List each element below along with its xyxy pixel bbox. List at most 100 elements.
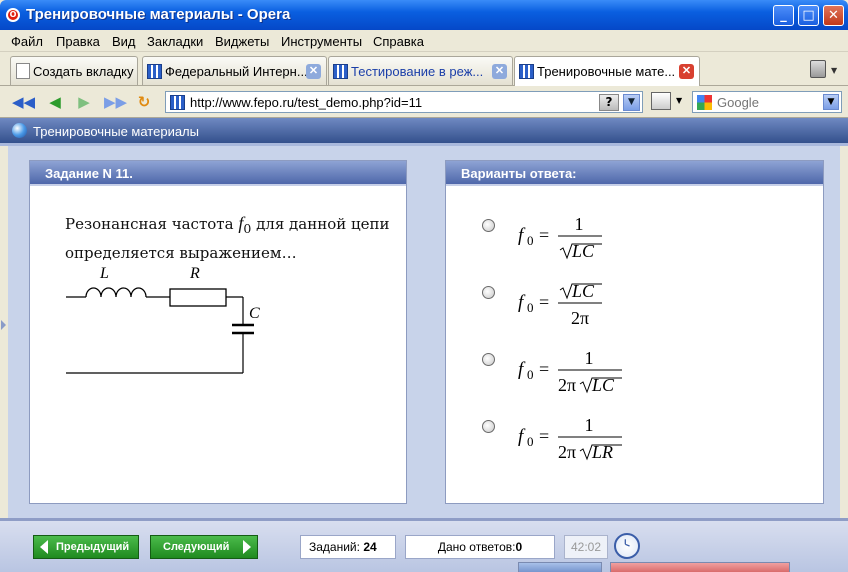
tab-bar: Создать вкладку Федеральный Интерн... ✕ … [0, 52, 848, 86]
address-dropdown-icon[interactable]: ▼ [623, 94, 640, 111]
menu-file[interactable]: Файл [11, 34, 43, 49]
rewind-icon[interactable]: ◀◀ [12, 93, 35, 111]
arrow-left-icon [40, 540, 48, 554]
globe-icon [12, 123, 27, 138]
fast-forward-icon[interactable]: ▶▶ [104, 93, 127, 111]
search-box[interactable]: ▼ [692, 91, 842, 113]
formula-lhs: f [518, 359, 526, 380]
label-L: L [99, 265, 109, 282]
formula-den-coef: 2π [558, 442, 576, 462]
answer-formula: f 0 = 1 2π LC [518, 348, 622, 395]
answer-radio[interactable] [482, 420, 495, 433]
tab-label: Тренировочные мате... [537, 64, 676, 79]
tab-testing[interactable]: Тестирование в реж... ✕ [328, 56, 513, 85]
formula-lhs: f [518, 292, 526, 313]
formula-den-coef: 2π [571, 308, 589, 328]
back-icon[interactable]: ◀ [45, 93, 65, 111]
menu-view[interactable]: Вид [112, 34, 136, 49]
menu-tools[interactable]: Инструменты [281, 34, 362, 49]
menu-bookmarks[interactable]: Закладки [147, 34, 203, 49]
window-titlebar[interactable]: O Тренировочные материалы - Opera _ □ ✕ [0, 0, 848, 30]
prev-button[interactable]: Предыдущий [33, 535, 139, 559]
answers-label: Дано ответов: [437, 540, 516, 554]
site-icon [333, 64, 348, 79]
wand-dropdown-icon[interactable]: ▼ [676, 96, 682, 105]
formula-lhs-sub: 0 [527, 434, 534, 449]
window-title: Тренировочные материалы - Opera [26, 6, 291, 23]
forward-icon[interactable]: ▶ [74, 93, 94, 111]
formula-eq: = [539, 359, 549, 379]
formula-lhs-sub: 0 [527, 300, 534, 315]
trash-icon[interactable] [810, 60, 826, 78]
task-var-sub: 0 [243, 221, 252, 236]
formula-eq: = [539, 292, 549, 312]
search-dropdown-icon[interactable]: ▼ [823, 94, 839, 110]
menu-bar: Файл Правка Вид Закладки Виджеты Инструм… [0, 30, 848, 52]
prev-label: Предыдущий [56, 541, 130, 553]
wand-icon[interactable] [651, 92, 671, 110]
opera-logo-icon: O [6, 8, 20, 22]
reload-icon[interactable]: ↻ [134, 93, 154, 111]
address-field[interactable]: http://www.fepo.ru/test_demo.php?id=11 ?… [165, 91, 643, 113]
tab-training[interactable]: Тренировочные мате... ✕ [514, 56, 700, 86]
formula-num: 1 [575, 214, 584, 234]
site-icon [147, 64, 162, 79]
task-text-before: Резонансная частота [65, 215, 234, 233]
answer-radio[interactable] [482, 286, 495, 299]
label-R: R [189, 265, 200, 282]
formula-lhs: f [518, 225, 526, 246]
next-label: Следующий [163, 541, 230, 553]
menu-edit[interactable]: Правка [56, 34, 100, 49]
answer-radio[interactable] [482, 353, 495, 366]
menu-help[interactable]: Справка [373, 34, 424, 49]
tab-label: Федеральный Интерн... [165, 64, 308, 79]
new-tab-label: Создать вкладку [33, 64, 134, 79]
menu-widgets[interactable]: Виджеты [215, 34, 269, 49]
close-tab-icon[interactable]: ✕ [492, 64, 507, 79]
clock-icon [614, 533, 640, 559]
close-tab-icon[interactable]: ✕ [679, 64, 694, 79]
finish-button[interactable] [610, 562, 790, 572]
help-button[interactable]: ? [599, 94, 619, 111]
formula-eq: = [539, 225, 549, 245]
task-panel: Задание N 11. Резонансная частота f0 для… [29, 160, 407, 504]
formula-num: 1 [585, 415, 594, 435]
google-icon [697, 95, 712, 110]
site-icon [170, 95, 185, 110]
minimize-button[interactable]: _ [773, 5, 794, 26]
answers-count: 0 [515, 540, 523, 554]
side-panel-toggle-icon[interactable] [1, 320, 6, 330]
formula-den-radicand: LC [571, 241, 595, 261]
site-icon [519, 64, 534, 79]
new-tab-button[interactable]: Создать вкладку [10, 56, 138, 85]
formula-den-radicand: LC [591, 375, 615, 395]
task-header: Задание N 11. [30, 161, 406, 186]
footer-bar: Предыдущий Следующий Заданий: 24 Дано от… [0, 518, 848, 572]
address-url[interactable]: http://www.fepo.ru/test_demo.php?id=11 [190, 95, 422, 110]
maximize-button[interactable]: □ [798, 5, 819, 26]
page-title: Тренировочные материалы [33, 124, 199, 139]
formula-eq: = [539, 426, 549, 446]
timer-display: 42:02 [564, 535, 608, 559]
answers-panel: Варианты ответа: f 0 = 1 LC f 0 = LC 2π … [445, 160, 824, 504]
tab-label: Тестирование в реж... [351, 64, 484, 79]
answers-counter: Дано ответов:0 [405, 535, 555, 559]
answer-formula: f 0 = 1 LC [518, 214, 602, 261]
trash-dropdown-icon[interactable]: ▼ [831, 66, 837, 75]
formula-num-radicand: LC [571, 281, 595, 301]
formula-den-coef: 2π [558, 375, 576, 395]
formula-den-radicand: LR [591, 442, 613, 462]
close-tab-icon[interactable]: ✕ [306, 64, 321, 79]
tab-federal[interactable]: Федеральный Интерн... ✕ [142, 56, 327, 85]
secondary-button[interactable] [518, 562, 602, 572]
formula-lhs-sub: 0 [527, 233, 534, 248]
answer-formula: f 0 = LC 2π [518, 281, 602, 328]
close-window-button[interactable]: ✕ [823, 5, 844, 26]
answer-radio[interactable] [482, 219, 495, 232]
content-area: Задание N 11. Резонансная частота f0 для… [8, 146, 840, 518]
search-input[interactable] [717, 94, 821, 110]
answers-header: Варианты ответа: [446, 161, 823, 186]
formula-num: 1 [585, 348, 594, 368]
tasks-counter: Заданий: 24 [300, 535, 396, 559]
next-button[interactable]: Следующий [150, 535, 258, 559]
